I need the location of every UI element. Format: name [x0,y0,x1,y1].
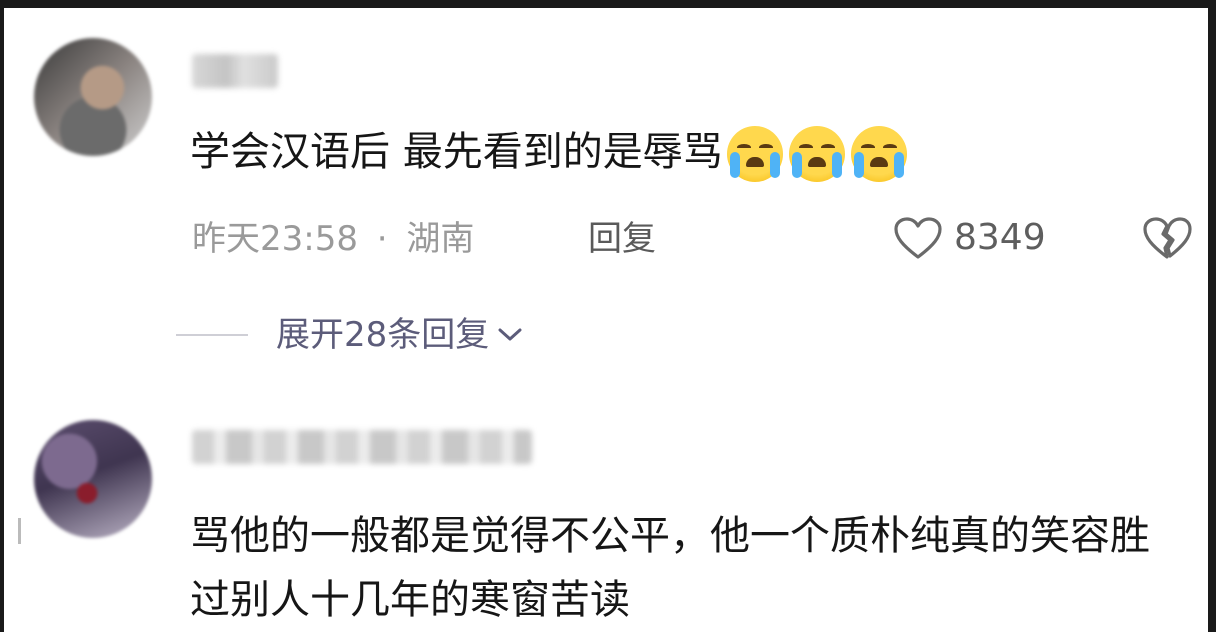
comment-list: 学会汉语后 最先看到的是辱骂 昨天23:58 · 湖南 回复 8349 展开28… [4,8,1208,632]
emoji-row [726,126,907,182]
like-button[interactable]: 8349 [892,212,1046,264]
comment-body: 学会汉语后 最先看到的是辱骂 [190,129,723,175]
comment-body: 骂他的一般都是觉得不公平，他一个质朴纯真的笑容胜过别人十几年的寒窗苦读 [190,513,1150,623]
expand-replies-label: 展开28条回复 [276,315,490,355]
crying-face-emoji-icon [850,126,907,182]
crying-face-emoji-icon [726,126,783,182]
reply-button[interactable]: 回复 [588,214,656,264]
avatar[interactable] [34,38,152,156]
divider [18,518,21,544]
meta-separator: · [376,219,388,259]
avatar[interactable] [34,420,152,538]
comment-text: 学会汉语后 最先看到的是辱骂 [190,126,907,182]
comment-location: 湖南 [406,219,475,259]
chevron-down-icon [497,326,523,344]
expand-replies-button[interactable]: 展开28条回复 [176,310,523,360]
username-blurred[interactable] [192,54,278,88]
username-blurred[interactable] [192,430,532,464]
comment-time: 昨天23:58 [192,219,358,259]
broken-heart-icon[interactable] [1140,214,1194,262]
comment-meta: 昨天23:58 · 湖南 [192,214,474,264]
heart-outline-icon [892,215,944,261]
like-count: 8349 [954,217,1046,258]
crying-face-emoji-icon [788,126,845,182]
divider [176,334,248,336]
